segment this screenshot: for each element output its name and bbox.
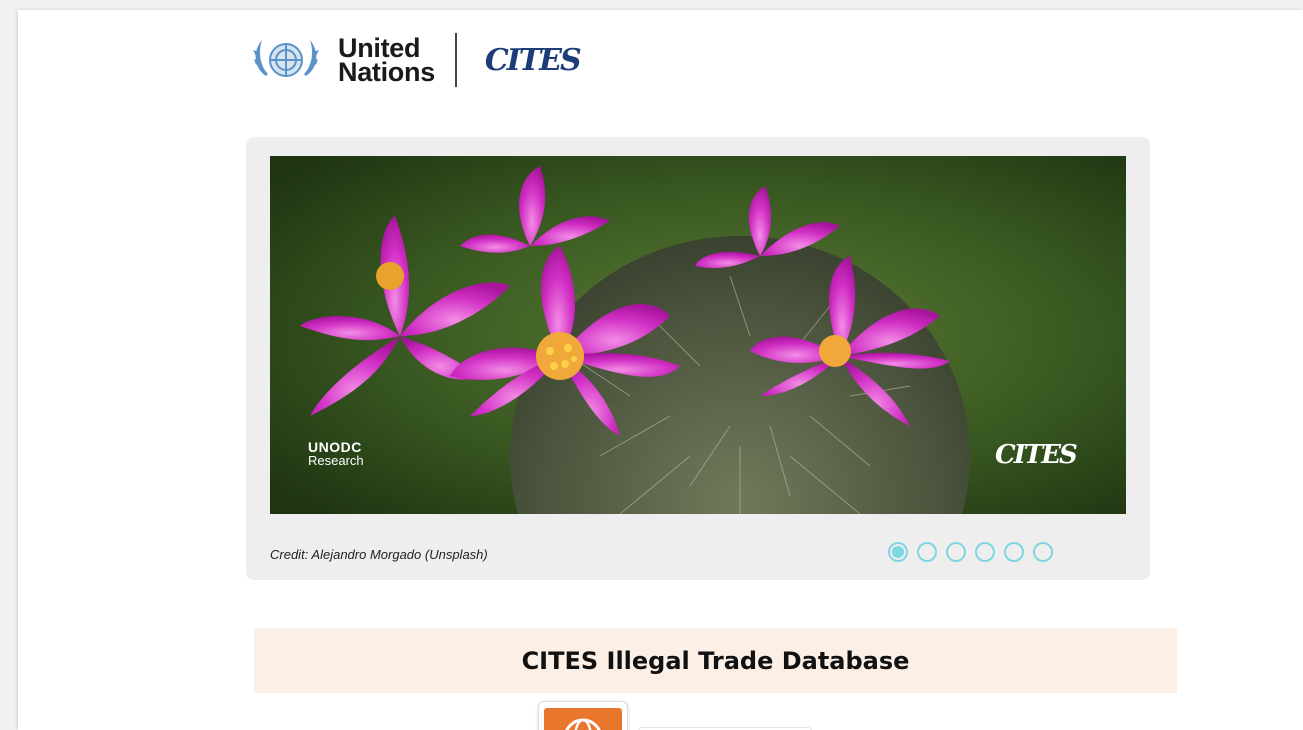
page-title: CITES Illegal Trade Database <box>521 646 910 675</box>
carousel-pagination <box>888 542 1053 562</box>
carousel-dot-2[interactable] <box>917 542 937 562</box>
cites-logo: CITES <box>484 42 582 78</box>
image-carousel: UNODC Research CITES Credit: Alejandro M… <box>246 137 1150 580</box>
carousel-dot-1[interactable] <box>888 542 908 562</box>
carousel-dot-3[interactable] <box>946 542 966 562</box>
logo-divider <box>454 33 457 87</box>
header-logos: United Nations CITES <box>246 30 582 90</box>
page: United Nations CITES UNODC Research CITE… <box>18 10 1303 730</box>
unodc-logo-line2: Research <box>308 453 364 468</box>
carousel-slide-image[interactable]: UNODC Research CITES <box>270 156 1126 514</box>
globe-icon <box>544 708 622 730</box>
carousel-dot-6[interactable] <box>1033 542 1053 562</box>
image-credit: Credit: Alejandro Morgado (Unsplash) <box>270 547 488 562</box>
un-wordmark: United Nations <box>338 35 435 87</box>
title-banner: CITES Illegal Trade Database <box>254 628 1177 693</box>
globe-icon-card[interactable] <box>538 701 628 730</box>
carousel-dot-4[interactable] <box>975 542 995 562</box>
unodc-research-logo: UNODC Research <box>308 439 364 468</box>
un-emblem-icon <box>246 32 326 88</box>
slide-cites-logo: CITES <box>995 440 1078 470</box>
un-wordmark-line2: Nations <box>338 57 435 87</box>
carousel-dot-5[interactable] <box>1004 542 1024 562</box>
